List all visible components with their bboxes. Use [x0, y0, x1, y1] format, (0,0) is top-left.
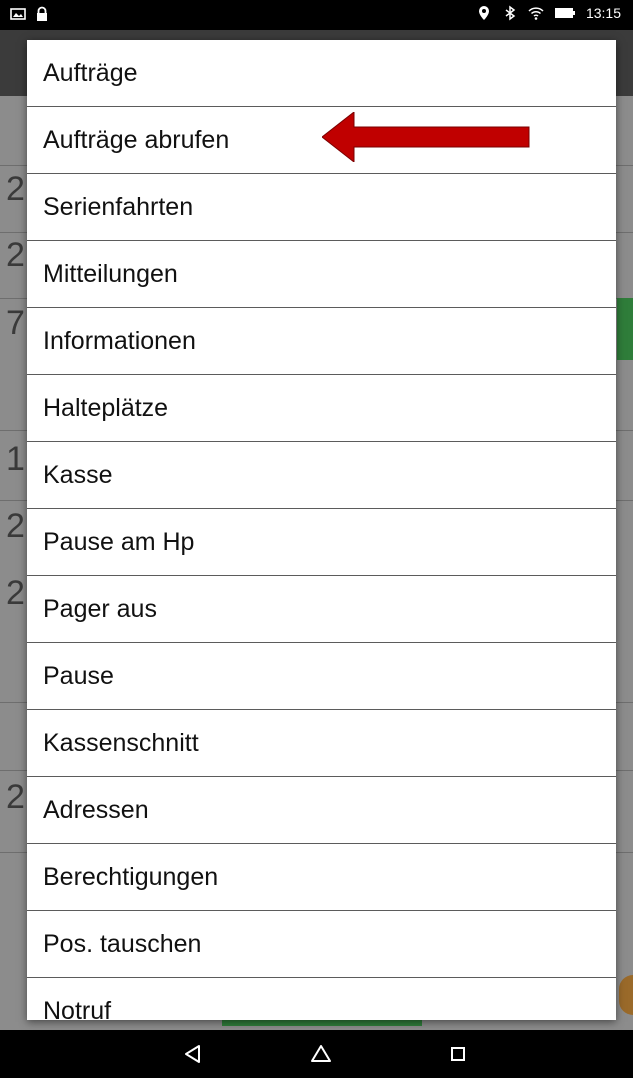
menu-item-pause[interactable]: Pause [27, 643, 616, 710]
row-number: 2 [6, 574, 25, 612]
menu-item-pause-am-hp[interactable]: Pause am Hp [27, 509, 616, 576]
menu-item-label: Informationen [43, 326, 196, 355]
row-number: 2 [6, 236, 25, 274]
menu-item-notruf[interactable]: Notruf [27, 978, 616, 1020]
wifi-icon [528, 7, 544, 20]
recents-icon[interactable] [446, 1042, 470, 1066]
menu-item-label: Serienfahrten [43, 192, 194, 221]
status-bar: 13:15 [0, 0, 633, 30]
menu-item-label: Pos. tauschen [43, 929, 202, 958]
menu-item-label: Notruf [43, 997, 112, 1020]
home-icon[interactable] [309, 1042, 333, 1066]
back-icon[interactable] [181, 1042, 205, 1066]
status-time: 13:15 [585, 5, 621, 21]
menu-item-serienfahrten[interactable]: Serienfahrten [27, 174, 616, 241]
menu-item-kassenschnitt[interactable]: Kassenschnitt [27, 710, 616, 777]
menu-item-halteplaetze[interactable]: Halteplätze [27, 375, 616, 442]
menu-item-label: Adressen [43, 795, 149, 824]
menu-item-label: Pause am Hp [43, 527, 195, 556]
orange-indicator [619, 975, 633, 1015]
row-number: 7 [6, 304, 25, 342]
menu-item-label: Aufträge [43, 58, 138, 87]
menu-item-label: Mitteilungen [43, 259, 178, 288]
menu-item-label: Pager aus [43, 594, 157, 623]
menu-item-auftraege[interactable]: Aufträge [27, 40, 616, 107]
menu-item-kasse[interactable]: Kasse [27, 442, 616, 509]
menu-item-label: Aufträge abrufen [43, 125, 230, 154]
menu-item-mitteilungen[interactable]: Mitteilungen [27, 241, 616, 308]
menu-item-label: Kasse [43, 460, 113, 489]
image-icon [10, 8, 26, 20]
menu-item-adressen[interactable]: Adressen [27, 777, 616, 844]
navigation-bar [0, 1030, 633, 1078]
row-number: 2 [6, 170, 25, 208]
menu-item-label: Halteplätze [43, 393, 169, 422]
menu-item-informationen[interactable]: Informationen [27, 308, 616, 375]
overflow-menu: Aufträge Aufträge abrufen Serienfahrten … [27, 40, 616, 1020]
row-number: 2 [6, 778, 25, 816]
location-icon [478, 6, 489, 20]
menu-item-label: Berechtigungen [43, 862, 219, 891]
green-status-block [617, 298, 633, 360]
bluetooth-icon [505, 5, 516, 21]
battery-icon [554, 8, 575, 18]
menu-item-label: Pause [43, 661, 114, 690]
row-number: 2 [6, 507, 25, 545]
menu-item-berechtigungen[interactable]: Berechtigungen [27, 844, 616, 911]
menu-item-pager-aus[interactable]: Pager aus [27, 576, 616, 643]
highlight-arrow-icon [322, 112, 530, 162]
menu-item-label: Kassenschnitt [43, 728, 199, 757]
row-number: 1 [6, 440, 25, 478]
menu-item-pos-tauschen[interactable]: Pos. tauschen [27, 911, 616, 978]
lock-icon [37, 6, 47, 21]
